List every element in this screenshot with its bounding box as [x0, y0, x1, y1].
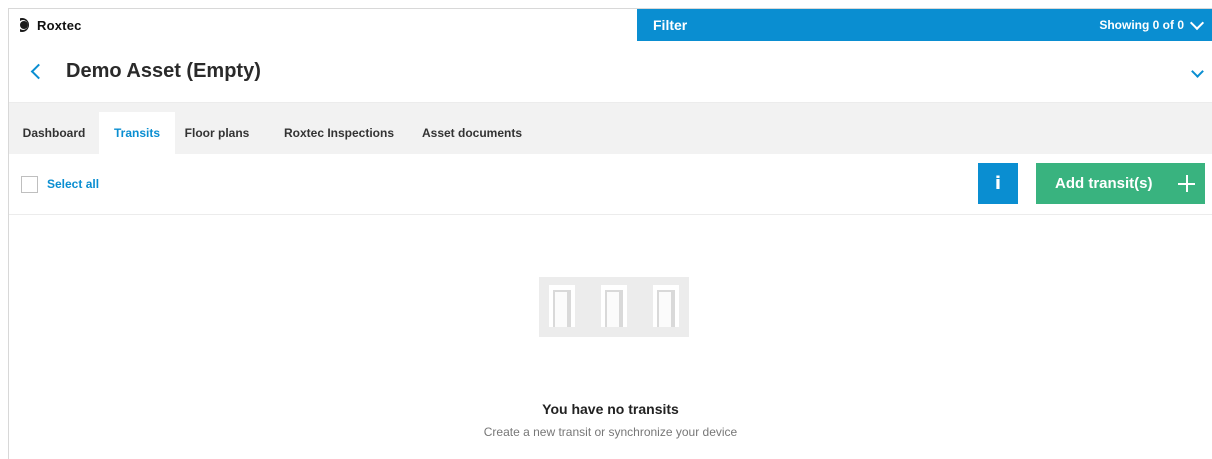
brand-name: Roxtec	[37, 17, 82, 33]
back-arrow-icon[interactable]	[30, 63, 47, 80]
filter-label[interactable]: Filter	[653, 17, 687, 33]
tab-transits[interactable]: Transits	[99, 112, 175, 154]
chevron-down-icon	[1189, 15, 1205, 30]
roxtec-logo-icon	[15, 18, 33, 32]
expand-chevron-down-icon[interactable]	[1191, 65, 1204, 78]
tab-asset-documents[interactable]: Asset documents	[419, 112, 525, 154]
transit-frames-illustration	[539, 277, 689, 337]
tab-dashboard[interactable]: Dashboard	[9, 112, 99, 154]
select-all-label[interactable]: Select all	[47, 177, 99, 191]
add-transit-button[interactable]: Add transit(s)	[1036, 163, 1205, 204]
tab-roxtec-inspections[interactable]: Roxtec Inspections	[259, 112, 419, 154]
page-title: Demo Asset (Empty)	[66, 60, 261, 82]
title-row: Demo Asset (Empty)	[9, 41, 1212, 103]
brand-area: Roxtec	[9, 9, 637, 41]
showing-count-toggle[interactable]: Showing 0 of 0	[1099, 15, 1205, 32]
plus-icon	[1178, 175, 1195, 192]
list-toolbar: Select all i Add transit(s)	[9, 154, 1212, 215]
empty-state-title: You have no transits	[542, 401, 679, 417]
select-all-checkbox[interactable]	[21, 176, 38, 193]
tab-bar: Dashboard Transits Floor plans Roxtec In…	[9, 103, 1212, 154]
roxtec-logo[interactable]: Roxtec	[15, 18, 82, 33]
add-transit-label: Add transit(s)	[1055, 175, 1153, 192]
info-button[interactable]: i	[978, 163, 1018, 204]
tab-floor-plans[interactable]: Floor plans	[175, 112, 259, 154]
empty-state-subtitle: Create a new transit or synchronize your…	[483, 425, 738, 439]
showing-count: Showing 0 of 0	[1099, 18, 1184, 32]
app-frame: Roxtec Filter Showing 0 of 0 Demo Asset …	[8, 8, 1212, 459]
info-icon: i	[994, 173, 1002, 194]
top-bar: Roxtec Filter Showing 0 of 0	[9, 9, 1212, 41]
filter-bar[interactable]: Filter Showing 0 of 0	[637, 9, 1212, 41]
